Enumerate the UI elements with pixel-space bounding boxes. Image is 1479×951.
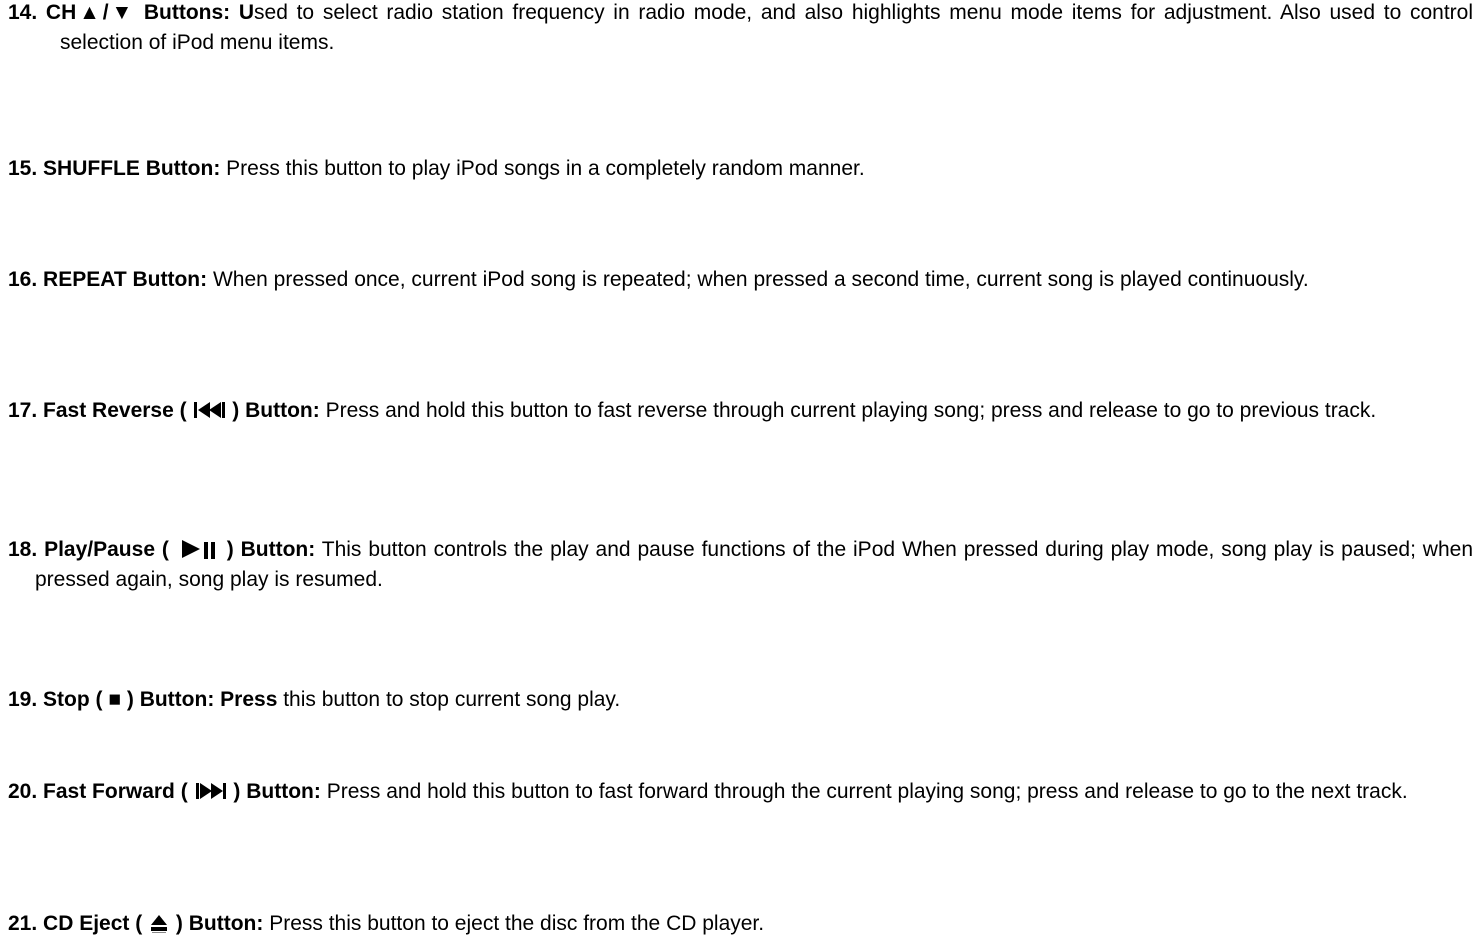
item-18-play-pause: 18. Play/Pause ( ) Button: This button c… xyxy=(8,535,1473,595)
item-15-heading: 15. SHUFFLE Button: xyxy=(8,157,221,180)
item-17-text: Press and hold this button to fast rever… xyxy=(319,399,1377,422)
item-17-heading: 17. Fast Reverse ( xyxy=(8,399,187,422)
item-15-text: Press this button to play iPod songs in … xyxy=(220,157,865,180)
item-21-heading-end: ) Button: xyxy=(175,912,264,935)
item-14-heading: 14. CH▲/▼ Buttons: U xyxy=(8,1,255,24)
item-14-text: sed to select radio station frequency in… xyxy=(60,1,1474,54)
item-19-heading: 19. Stop ( ■ ) Button: Press xyxy=(8,688,278,711)
item-20-heading-end: ) Button: xyxy=(233,780,321,803)
item-20-heading: 20. Fast Forward ( xyxy=(8,780,188,803)
fast-reverse-icon xyxy=(192,399,226,421)
item-21-cd-eject: 21. CD Eject ( ) Button: Press this butt… xyxy=(8,909,1473,939)
fast-forward-icon xyxy=(194,780,228,802)
item-20-fast-forward: 20. Fast Forward ( ) Button: Press and h… xyxy=(8,777,1473,807)
item-20-text: Press and hold this button to fast forwa… xyxy=(320,780,1408,803)
item-16-heading: 16. REPEAT Button: xyxy=(8,268,208,291)
item-19-text: this button to stop current song play. xyxy=(277,688,621,711)
item-16-repeat: 16. REPEAT Button: When pressed once, cu… xyxy=(8,265,1473,295)
item-17-heading-end: ) Button: xyxy=(232,399,320,422)
eject-icon xyxy=(148,912,170,934)
item-21-text: Press this button to eject the disc from… xyxy=(263,912,765,935)
item-16-text: When pressed once, current iPod song is … xyxy=(207,268,1309,291)
item-15-shuffle: 15. SHUFFLE Button: Press this button to… xyxy=(8,154,1473,184)
item-14-ch-buttons: 14. CH▲/▼ Buttons: Used to select radio … xyxy=(8,0,1473,58)
play-pause-icon xyxy=(176,536,220,560)
item-19-stop: 19. Stop ( ■ ) Button: Press this button… xyxy=(8,685,1473,715)
item-18-heading: 18. Play/Pause ( xyxy=(8,538,169,561)
item-17-fast-reverse: 17. Fast Reverse ( ) Button: Press and h… xyxy=(8,396,1473,426)
item-18-heading-end: ) Button: xyxy=(226,538,316,561)
item-21-heading: 21. CD Eject ( xyxy=(8,912,143,935)
manual-page: 14. CH▲/▼ Buttons: Used to select radio … xyxy=(0,0,1479,951)
